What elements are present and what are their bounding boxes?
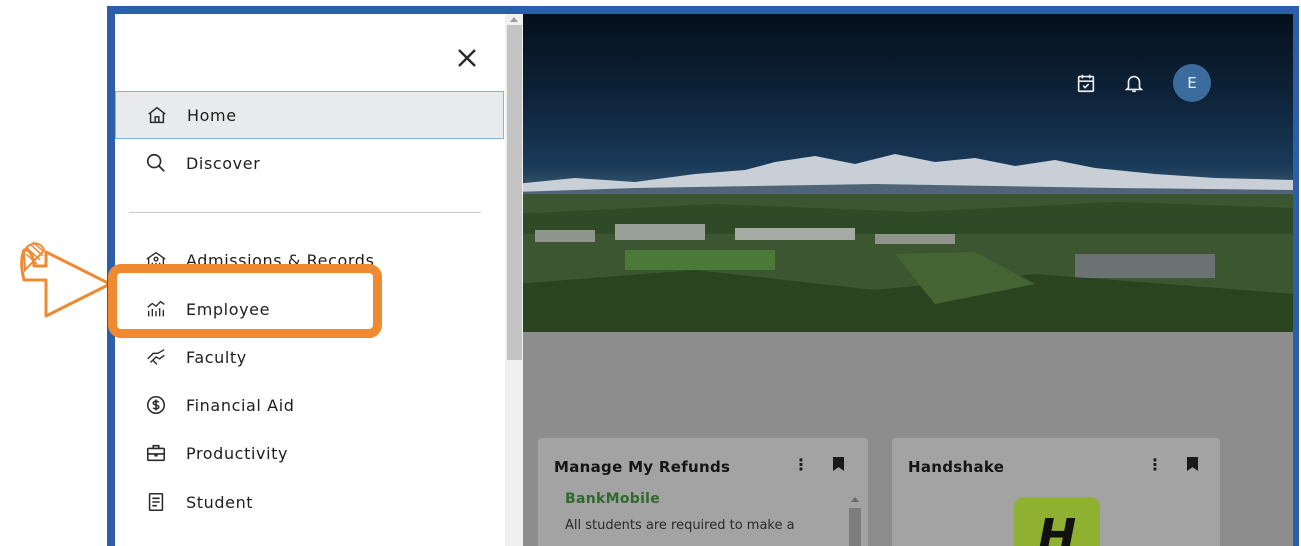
dollar-circle-icon <box>146 395 166 415</box>
card-description: All students are required to make a <box>565 518 795 533</box>
scrollbar-thumb[interactable] <box>506 25 522 360</box>
nav-label: Student <box>186 492 254 512</box>
nav-item-faculty[interactable]: Faculty <box>115 333 505 381</box>
user-avatar[interactable]: E <box>1173 64 1211 102</box>
bookmark-icon[interactable] <box>1187 457 1198 471</box>
briefcase-icon <box>146 444 166 462</box>
card-title: Handshake <box>908 458 1005 476</box>
nav-label: Discover <box>186 153 261 173</box>
employee-highlight-box <box>108 264 382 338</box>
nav-label: Financial Aid <box>186 395 295 415</box>
bookmark-icon[interactable] <box>833 457 844 471</box>
bankmobile-logo: BankMobile <box>565 491 661 507</box>
handshake-card[interactable]: Handshake ⋮ H <box>892 438 1220 546</box>
card-scrollbar[interactable] <box>848 493 862 546</box>
nav-label: Home <box>187 105 237 125</box>
nav-item-productivity[interactable]: Productivity <box>115 429 505 477</box>
campus-landscape-graphic <box>515 194 1293 334</box>
close-icon[interactable] <box>453 44 481 72</box>
nav-label: Faculty <box>186 347 247 367</box>
more-vert-icon[interactable]: ⋮ <box>1147 455 1163 474</box>
nav-item-discover[interactable]: Discover <box>115 139 505 187</box>
nav-label: Productivity <box>186 443 289 463</box>
nav-item-home[interactable]: Home <box>115 91 504 139</box>
book-icon <box>148 492 164 512</box>
scroll-up-arrow-icon[interactable] <box>510 17 518 22</box>
drawer-divider <box>129 212 481 213</box>
home-icon <box>148 106 166 124</box>
header-actions: E <box>1075 64 1211 102</box>
search-icon <box>146 153 165 172</box>
pointing-arrow-icon <box>20 241 112 318</box>
nav-item-financial-aid[interactable]: Financial Aid <box>115 381 505 429</box>
calendar-check-icon[interactable] <box>1075 72 1097 94</box>
handshake-icon <box>147 349 165 365</box>
drawer-scrollbar[interactable] <box>505 14 523 546</box>
card-title: Manage My Refunds <box>554 458 731 476</box>
manage-refunds-card[interactable]: Manage My Refunds ⋮ BankMobile All stude… <box>538 438 868 546</box>
bell-icon[interactable] <box>1123 72 1145 94</box>
handshake-logo: H <box>1014 497 1100 546</box>
more-vert-icon[interactable]: ⋮ <box>793 455 809 474</box>
nav-item-student[interactable]: Student <box>115 478 505 526</box>
